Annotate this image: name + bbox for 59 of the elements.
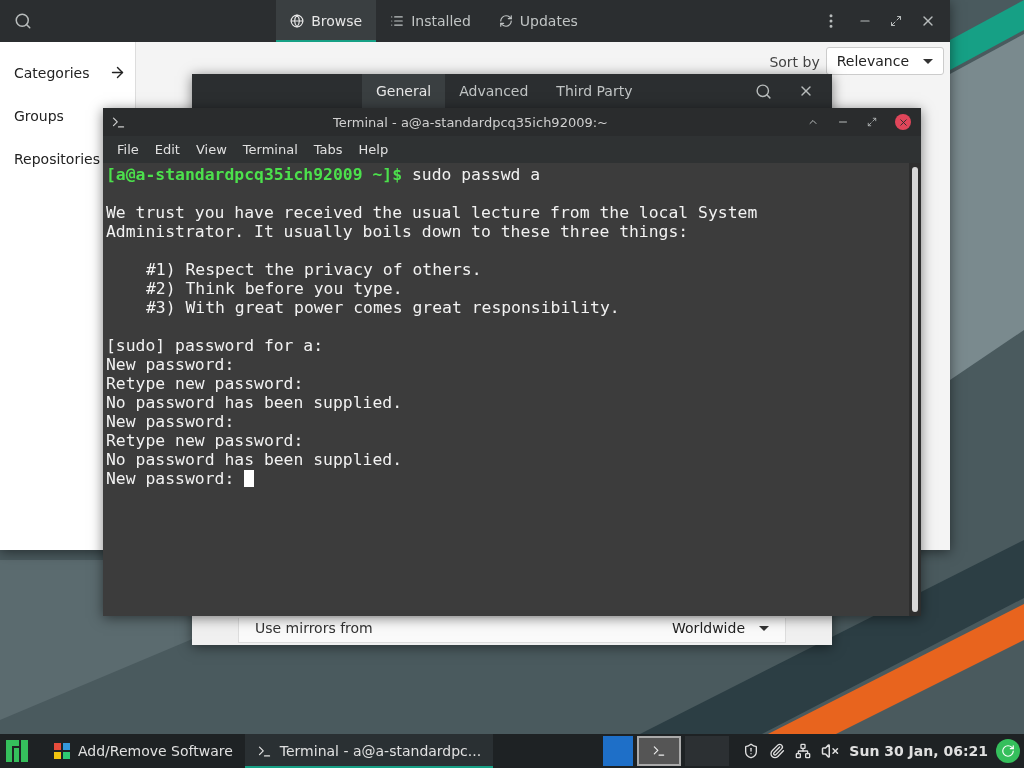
terminal-line: No password has been supplied. (106, 393, 404, 412)
search-icon[interactable] (755, 82, 772, 100)
terminal-line: Retype new password: (106, 374, 305, 393)
terminal-line: No password has been supplied. (106, 450, 404, 469)
search-icon[interactable] (14, 12, 32, 30)
sort-label: Sort by (769, 54, 820, 70)
tab[interactable]: Installed (376, 0, 485, 42)
workspace-thumbnail[interactable] (637, 736, 682, 766)
tab[interactable]: Updates (484, 0, 592, 42)
muted-speaker-icon[interactable] (821, 742, 840, 760)
terminal-line: #1) Respect the privacy of others. (145, 260, 483, 279)
tab[interactable]: Third Party (542, 74, 647, 108)
terminal-line: Administrator. It usually boils down to these three things: (106, 222, 690, 241)
terminal-line: We trust you have received the usual lecture from the local System (106, 203, 759, 222)
terminal-line: New password: (106, 355, 236, 374)
tab[interactable]: Advanced (445, 74, 543, 108)
text-cursor (244, 470, 255, 487)
scrollbar[interactable] (909, 163, 921, 616)
close-button[interactable] (895, 114, 911, 130)
sidebar-item[interactable]: Groups (0, 94, 68, 137)
shield-icon[interactable] (743, 743, 760, 759)
logo-icon[interactable] (6, 740, 28, 762)
taskbar-app[interactable]: Add/Remove Software (42, 734, 245, 768)
setting-label: Use mirrors from (255, 620, 373, 636)
menu-item[interactable]: Edit (146, 142, 188, 157)
clock[interactable]: Sun 30 Jan, 06:21 (849, 743, 988, 759)
menu-item[interactable]: Terminal (234, 142, 306, 157)
list-icon (390, 14, 405, 28)
window-title: Terminal - a@a-standardpcq35ich92009:~ (332, 114, 609, 130)
menu-item[interactable]: File (109, 142, 147, 157)
sidebar-item[interactable]: Categories (0, 50, 131, 94)
taskbar-app[interactable]: Terminal - a@a-standardpc... (244, 734, 494, 768)
terminal-line: Retype new password: (106, 431, 305, 450)
terminal-line: New password: (106, 412, 236, 431)
close-icon (897, 116, 909, 128)
terminal-line: #2) Think before you type. (145, 279, 404, 298)
workspace-thumbnail[interactable] (603, 736, 634, 766)
maximize-icon[interactable] (867, 117, 877, 127)
paperclip-icon[interactable] (769, 743, 786, 759)
terminal-line: [sudo] password for a: (106, 336, 325, 355)
terminal-icon (256, 743, 272, 759)
sort-dropdown[interactable]: Relevance (825, 47, 944, 75)
tab[interactable]: Browse (276, 0, 377, 42)
globe-icon (290, 14, 305, 28)
setting-dropdown[interactable]: Worldwide (672, 620, 769, 636)
menu-item[interactable]: Help (350, 142, 397, 157)
refresh-icon (498, 14, 513, 28)
network-icon[interactable] (795, 743, 812, 759)
terminal-line: [a@a-standardpcq35ich92009 ~]$ sudo passwd a (106, 165, 542, 184)
menu-item[interactable]: Tabs (305, 142, 351, 157)
sidebar-item[interactable]: Repositories (0, 137, 104, 180)
terminal-line: New password: (106, 469, 235, 488)
maximize-icon[interactable] (890, 15, 902, 27)
tab[interactable]: General (362, 74, 446, 108)
terminal-icon (111, 114, 126, 130)
app-grid-icon (54, 743, 70, 759)
terminal-line: #3) With great power comes great responsibility. (145, 298, 621, 317)
update-icon[interactable] (996, 739, 1020, 763)
menu-item[interactable]: View (187, 142, 235, 157)
